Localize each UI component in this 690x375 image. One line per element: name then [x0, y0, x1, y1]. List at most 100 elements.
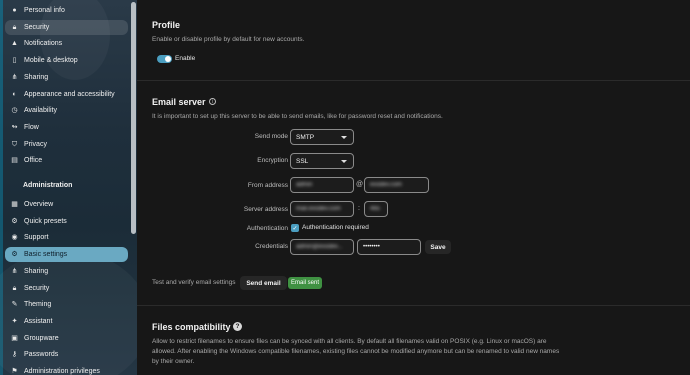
lock-icon: 🔒︎: [12, 284, 17, 292]
sidebar-item-notifications[interactable]: ▲ Notifications: [5, 36, 128, 51]
sidebar-item-personal-info[interactable]: ● Personal info: [5, 3, 128, 18]
sidebar-item-label: Personal info: [24, 7, 65, 14]
profile-enable-label: Enable: [175, 55, 196, 62]
sidebar-item-support[interactable]: ◉ Support: [5, 230, 128, 245]
credentials-label: Credentials: [255, 243, 288, 250]
email-server-description: It is important to set up this server to…: [152, 113, 443, 120]
credential-password-value: ••••••••: [363, 244, 380, 250]
files-compat-description: Allow to restrict filenames to ensure fi…: [152, 338, 560, 365]
port-separator: :: [358, 205, 360, 212]
sidebar-item-quick-presets[interactable]: ⚙ Quick presets: [5, 214, 128, 229]
sidebar-item-sharing[interactable]: ⋔ Sharing: [5, 264, 128, 279]
sidebar-item-label: Administration privileges: [24, 368, 100, 375]
test-email-label: Test and verify email settings: [152, 279, 236, 286]
profile-description: Enable or disable profile by default for…: [152, 36, 305, 43]
groupware-icon: ▣: [11, 334, 18, 342]
sidebar-item-sharing[interactable]: ⋔ Sharing: [5, 70, 128, 85]
sidebar-item-label: Office: [24, 157, 43, 165]
sidebar-item-theming[interactable]: ✎ Theming: [5, 297, 128, 312]
grid-icon: ▦: [11, 201, 18, 208]
from-domain-value: exodev.com: [370, 182, 402, 188]
from-domain-input[interactable]: exodev.com: [364, 177, 429, 193]
sidebar-item-label: Sharing: [24, 267, 49, 275]
sidebar-item-label: Security: [24, 284, 50, 292]
from-user-input[interactable]: admin: [290, 177, 354, 193]
settings-sidebar: ● Personal info 🔒︎ Security ▲ Notifications ▯ M…: [0, 0, 137, 375]
lock-icon: 🔒︎: [12, 23, 17, 31]
sidebar-item-label: Passwords: [24, 351, 59, 359]
encryption-select[interactable]: SSL: [290, 153, 354, 169]
sidebar-item-label: Theming: [24, 301, 52, 309]
account-icon: ●: [12, 7, 17, 14]
sidebar-item-appearance-and-accessibility[interactable]: ◐ Appearance and accessibility: [5, 87, 128, 102]
chevron-down-icon: [341, 160, 347, 163]
admin-icon: ⚑: [11, 368, 18, 375]
email-sent-badge: Email sent: [288, 277, 322, 289]
clock-icon: ◷: [11, 107, 18, 115]
sidebar-item-label: Flow: [24, 123, 39, 131]
save-button[interactable]: Save: [425, 240, 451, 254]
sidebar-item-assistant[interactable]: ✦ Assistant: [5, 314, 128, 329]
sidebar-item-security[interactable]: 🔒︎ Security: [5, 281, 128, 296]
sidebar-item-label: Notifications: [24, 40, 63, 48]
sidebar-item-privacy[interactable]: ⛉ Privacy: [5, 137, 128, 152]
sidebar-scrollbar[interactable]: [131, 2, 136, 234]
sidebar-item-label: Mobile & desktop: [24, 57, 78, 65]
admin-section-heading: Administration: [23, 182, 73, 189]
sidebar-item-administration-privileges[interactable]: ⚑ Administration privileges: [5, 364, 128, 375]
gear-icon: ⚙: [11, 251, 18, 259]
assistant-icon: ✦: [11, 317, 18, 325]
sidebar-item-flow[interactable]: ↬ Flow: [5, 120, 128, 135]
send-mode-select[interactable]: SMTP: [290, 129, 354, 145]
presets-icon: ⚙: [11, 217, 18, 225]
cellphone-icon: ▯: [12, 57, 17, 65]
sidebar-item-passwords[interactable]: ⚷ Passwords: [5, 347, 128, 362]
sidebar-item-groupware[interactable]: ▣ Groupware: [5, 331, 128, 346]
info-icon[interactable]: i: [209, 98, 216, 105]
files-compat-title: Files compatibility: [152, 322, 231, 332]
at-sign: @: [356, 181, 364, 188]
send-mode-label: Send mode: [254, 133, 288, 140]
sidebar-item-label: Groupware: [24, 334, 59, 342]
send-mode-value: SMTP: [296, 133, 315, 141]
server-port-value: 465: [370, 206, 381, 212]
key-icon: ⚷: [11, 351, 18, 359]
section-divider: [137, 305, 690, 306]
sidebar-item-mobile-desktop[interactable]: ▯ Mobile & desktop: [5, 53, 128, 68]
server-port-input[interactable]: 465: [364, 201, 388, 217]
profile-enable-toggle[interactable]: [157, 55, 172, 63]
auth-required-label: Authentication required: [302, 224, 369, 231]
server-host-value: mail.exodev.com: [296, 206, 341, 212]
sidebar-item-label: Quick presets: [24, 217, 67, 225]
credential-password-input[interactable]: ••••••••: [357, 239, 421, 255]
sidebar-item-label: Sharing: [24, 73, 49, 81]
encryption-value: SSL: [296, 157, 309, 165]
palette-icon: ◐: [12, 90, 17, 98]
sidebar-item-office[interactable]: ▤ Office: [5, 153, 128, 168]
server-host-input[interactable]: mail.exodev.com: [290, 201, 354, 217]
sidebar-item-label: Appearance and accessibility: [24, 90, 115, 98]
sidebar-item-label: Support: [24, 234, 49, 242]
from-user-value: admin: [296, 182, 313, 188]
document-icon: ▤: [11, 157, 18, 165]
credential-user-input[interactable]: admin@exodev...: [290, 239, 354, 255]
email-server-title: Email server: [152, 97, 206, 107]
bell-icon: ▲: [11, 40, 18, 48]
shield-icon: ⛉: [11, 140, 18, 148]
sidebar-item-label: Availability: [24, 107, 57, 115]
sidebar-item-label: Basic settings: [24, 251, 68, 259]
settings-main-content: Profile Enable or disable profile by def…: [137, 0, 690, 375]
sidebar-item-label: Security: [24, 23, 50, 31]
flow-icon: ↬: [11, 123, 18, 131]
sidebar-item-basic-settings[interactable]: ⚙ Basic settings: [5, 247, 128, 263]
sidebar-item-overview[interactable]: ▦ Overview: [5, 197, 128, 212]
profile-title: Profile: [152, 20, 181, 30]
brush-icon: ✎: [11, 301, 18, 309]
sidebar-item-security[interactable]: 🔒︎ Security: [5, 19, 128, 35]
share-icon: ⋔: [11, 267, 18, 275]
auth-required-checkbox[interactable]: ✓: [291, 224, 299, 232]
help-icon[interactable]: ?: [233, 322, 242, 331]
send-email-button[interactable]: Send email: [240, 276, 287, 290]
sidebar-item-availability[interactable]: ◷ Availability: [5, 103, 128, 118]
authentication-label: Authentication: [246, 225, 288, 232]
